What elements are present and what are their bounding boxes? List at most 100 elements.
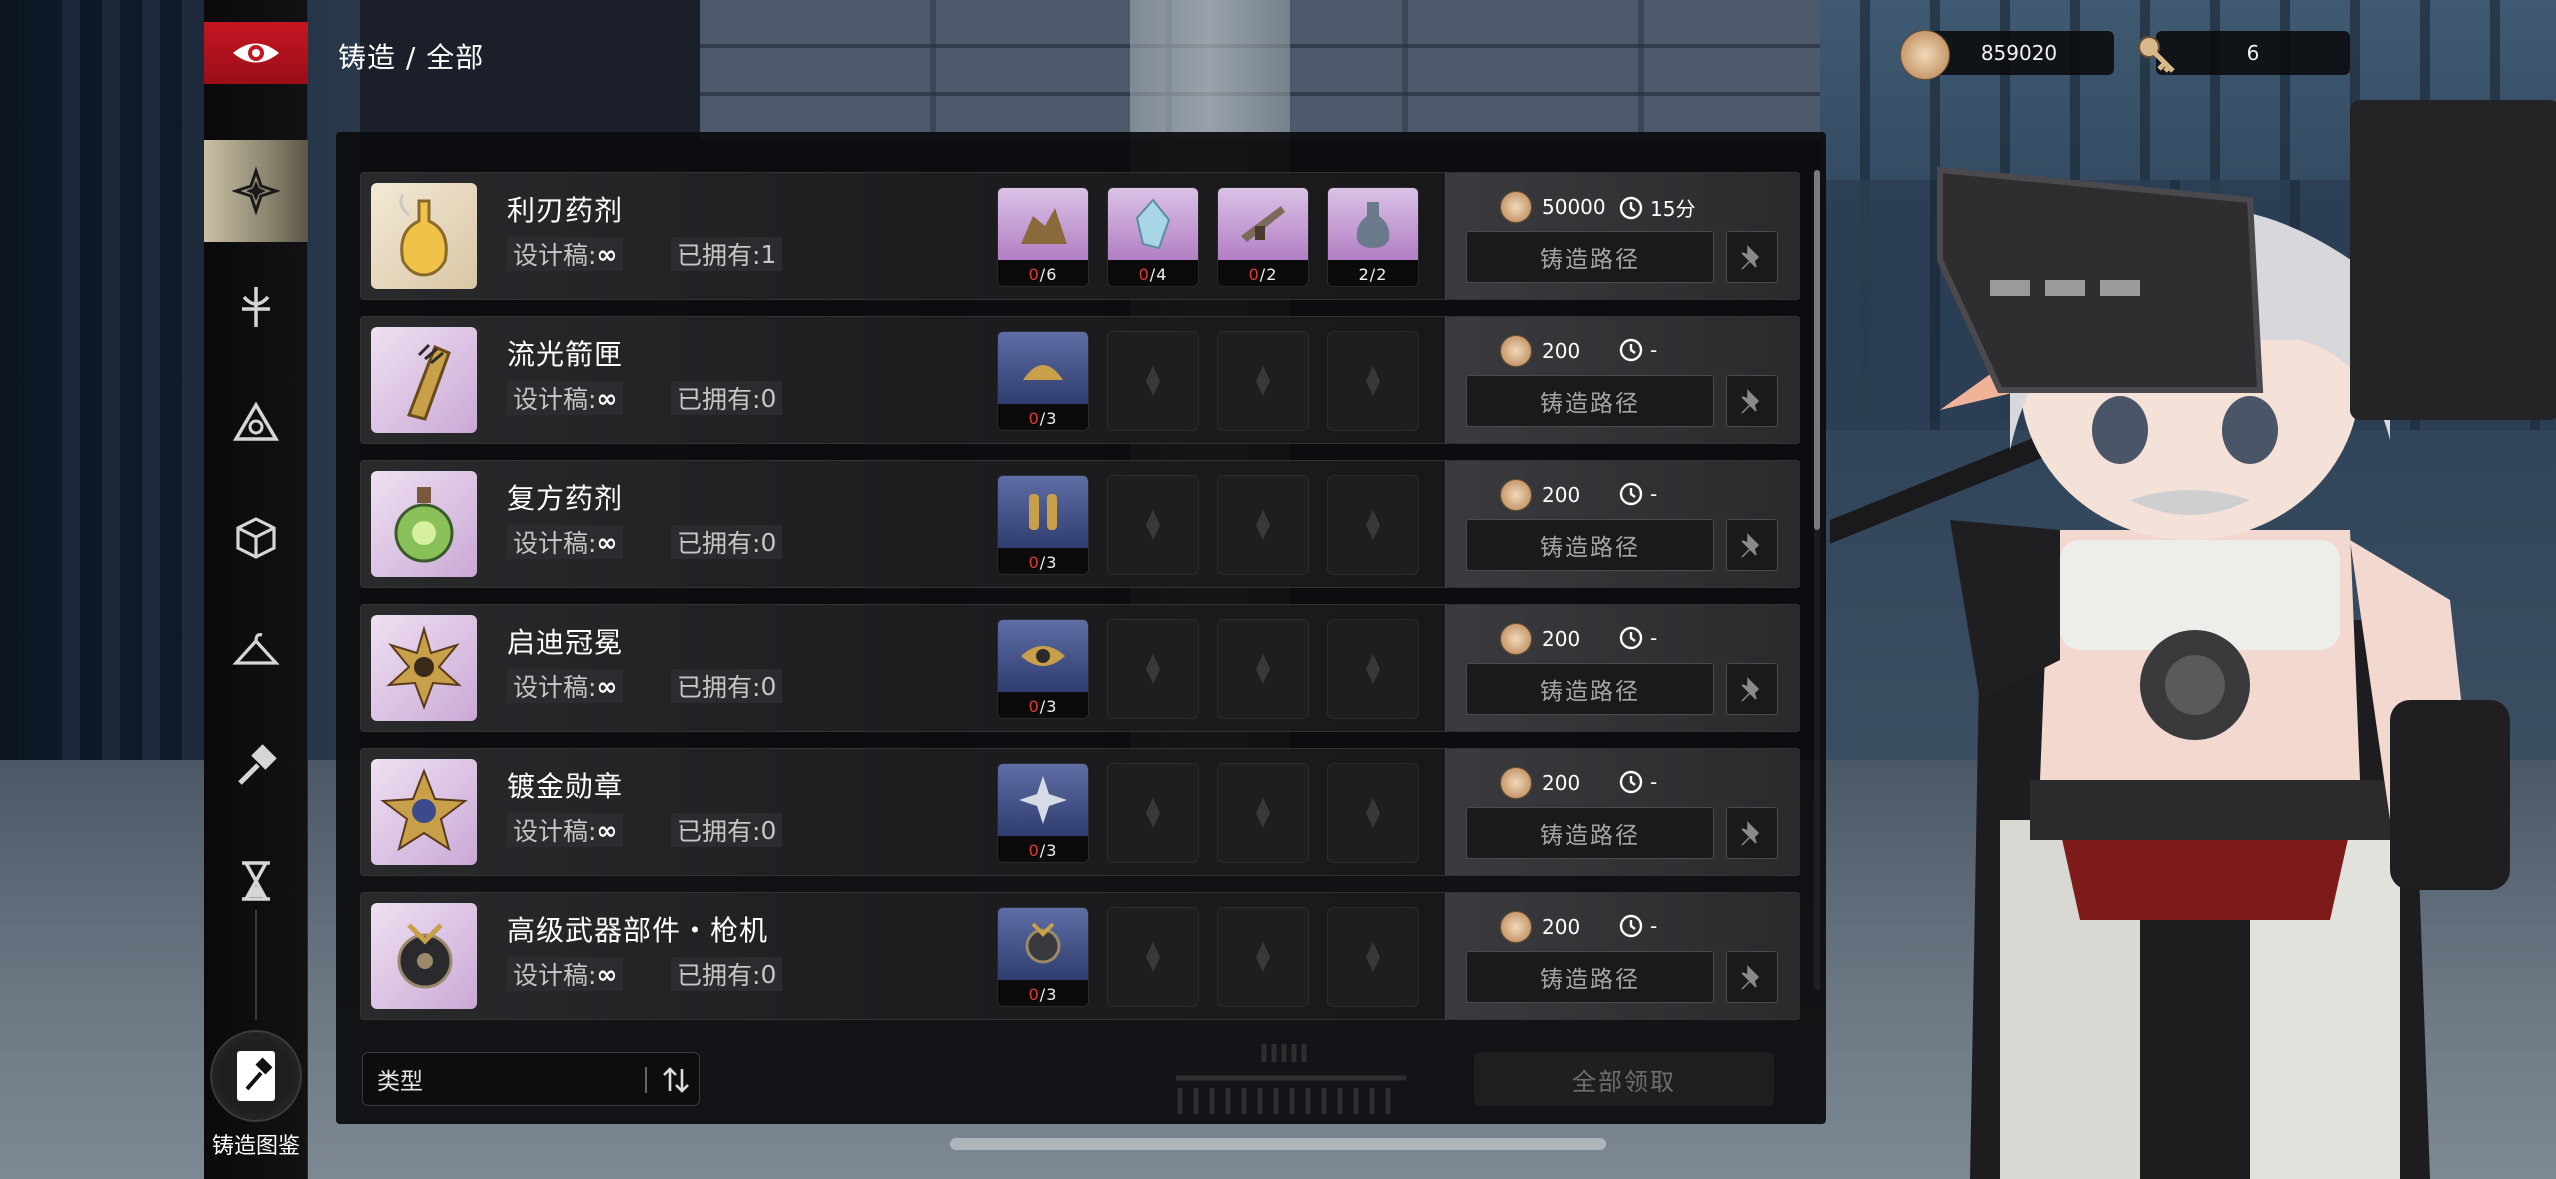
nav-tab-apparel[interactable] <box>204 600 308 702</box>
empty-material-slot <box>1107 331 1199 431</box>
material-slot[interactable]: 0/3 <box>997 907 1089 1007</box>
nav-tab-weapons[interactable] <box>204 256 308 358</box>
pin-button[interactable] <box>1726 519 1778 571</box>
forge-action-block: 200 - 铸造路径 <box>1445 893 1800 1019</box>
blueprint-value: ∞ <box>596 815 618 845</box>
owned-value: 1 <box>760 239 777 269</box>
diamond-placeholder-icon <box>1146 510 1160 540</box>
empty-material-slot <box>1327 907 1419 1007</box>
recipe-row[interactable]: 高级武器部件・枪机 设计稿: ∞ 已拥有: 0 0/3 200 - 铸造路径 <box>360 892 1800 1020</box>
diamond-placeholder-icon <box>1366 510 1380 540</box>
owned-tag: 已拥有: 0 <box>671 813 783 847</box>
vials-icon <box>1029 494 1057 530</box>
material-slot[interactable]: 0/3 <box>997 619 1089 719</box>
material-slot[interactable]: 0/3 <box>997 331 1089 431</box>
item-name: 复方药剂 <box>507 482 624 515</box>
blueprint-value: ∞ <box>596 959 618 989</box>
forge-path-button[interactable]: 铸造路径 <box>1466 951 1714 1003</box>
recipe-row[interactable]: 利刃药剂 设计稿: ∞ 已拥有: 1 0/6 0/4 0/2 2/2 50000… <box>360 172 1800 300</box>
recipe-row[interactable]: 流光箭匣 设计稿: ∞ 已拥有: 0 0/3 200 - 铸造路径 <box>360 316 1800 444</box>
item-thumbnail <box>371 615 477 721</box>
owned-tag: 已拥有: 0 <box>671 525 783 559</box>
rail-divider <box>255 910 257 1020</box>
owned-tag: 已拥有: 0 <box>671 669 783 703</box>
claim-all-button[interactable]: 全部领取 <box>1474 1052 1774 1106</box>
material-slot[interactable]: 0/3 <box>997 763 1089 863</box>
coin-icon <box>1500 479 1532 511</box>
blacksmith-character <box>1792 60 2556 1179</box>
item-thumbnail <box>371 327 477 433</box>
forge-path-button[interactable]: 铸造路径 <box>1466 519 1714 571</box>
forge-cost: 200 <box>1500 479 1580 511</box>
clock-icon <box>1619 626 1643 650</box>
sort-toggle-icon[interactable] <box>659 1063 693 1097</box>
nav-tab-accessories[interactable] <box>204 372 308 474</box>
forging-atlas-button[interactable]: 铸造图鉴 <box>204 1030 308 1160</box>
diamond-placeholder-icon <box>1146 654 1160 684</box>
currency-coins[interactable]: 859020 <box>1900 28 2114 80</box>
empty-material-slot <box>1217 619 1309 719</box>
diamond-placeholder-icon <box>1366 654 1380 684</box>
empty-material-slot <box>1217 907 1309 1007</box>
pin-button[interactable] <box>1726 807 1778 859</box>
blueprint-label: 设计稿: <box>513 385 597 414</box>
nav-tab-all[interactable] <box>204 140 308 242</box>
material-slot[interactable]: 0/6 <box>997 187 1089 287</box>
pin-button[interactable] <box>1726 951 1778 1003</box>
nav-tab-tools[interactable] <box>204 716 308 818</box>
blueprint-tag: 设计稿: ∞ <box>507 381 624 415</box>
blueprint-label: 设计稿: <box>513 673 597 702</box>
item-thumbnail <box>371 903 477 1009</box>
forge-time: - <box>1618 769 1657 795</box>
forge-cost: 200 <box>1500 335 1580 367</box>
forge-path-button[interactable]: 铸造路径 <box>1466 663 1714 715</box>
material-slot[interactable]: 0/3 <box>997 475 1089 575</box>
home-logo-button[interactable] <box>204 22 308 84</box>
pin-button[interactable] <box>1726 231 1778 283</box>
weapon-icon <box>242 287 270 327</box>
material-slot[interactable]: 2/2 <box>1327 187 1419 287</box>
gem-eye-icon <box>1021 646 1065 666</box>
category-nav-rail: 铸造图鉴 <box>204 0 308 1179</box>
material-count: 0/3 <box>998 836 1088 862</box>
forge-path-button[interactable]: 铸造路径 <box>1466 375 1714 427</box>
recipe-row[interactable]: 启迪冠冕 设计稿: ∞ 已拥有: 0 0/3 200 - 铸造路径 <box>360 604 1800 732</box>
forge-path-button[interactable]: 铸造路径 <box>1466 231 1714 283</box>
material-slot[interactable]: 0/4 <box>1107 187 1199 287</box>
owned-value: 0 <box>760 815 777 845</box>
recipe-list[interactable]: 利刃药剂 设计稿: ∞ 已拥有: 1 0/6 0/4 0/2 2/2 50000… <box>360 172 1800 1022</box>
pin-icon <box>1741 821 1760 846</box>
owned-value: 0 <box>760 527 777 557</box>
clock-icon <box>1619 338 1643 362</box>
pin-icon <box>1741 245 1760 270</box>
material-image <box>1108 188 1198 260</box>
coin-icon <box>1500 623 1532 655</box>
empty-material-slot <box>1107 907 1199 1007</box>
blueprint-value: ∞ <box>596 527 618 557</box>
empty-material-slot <box>1217 331 1309 431</box>
blueprint-tag: 设计稿: ∞ <box>507 669 624 703</box>
item-name: 高级武器部件・枪机 <box>507 914 769 947</box>
material-count: 0/6 <box>998 260 1088 286</box>
recipe-row[interactable]: 镀金勋章 设计稿: ∞ 已拥有: 0 0/3 200 - 铸造路径 <box>360 748 1800 876</box>
nav-tab-materials[interactable] <box>204 486 308 588</box>
list-scrollbar[interactable] <box>1814 170 1820 990</box>
empty-material-slot <box>1327 331 1419 431</box>
currency-keys[interactable]: 6 <box>2136 28 2350 78</box>
forge-path-button[interactable]: 铸造路径 <box>1466 807 1714 859</box>
filter-label: 类型 <box>377 1069 423 1095</box>
material-image <box>998 908 1088 980</box>
pin-button[interactable] <box>1726 375 1778 427</box>
home-indicator[interactable] <box>950 1138 1606 1150</box>
type-filter-dropdown[interactable]: 类型 <box>362 1052 700 1106</box>
eye-emblem-icon <box>233 43 279 63</box>
diamond-placeholder-icon <box>1256 366 1270 396</box>
owned-label: 已拥有: <box>677 529 761 558</box>
material-slot[interactable]: 0/2 <box>1217 187 1309 287</box>
forge-time: - <box>1618 337 1657 363</box>
recipe-row[interactable]: 复方药剂 设计稿: ∞ 已拥有: 0 0/3 200 - 铸造路径 <box>360 460 1800 588</box>
scrollbar-thumb[interactable] <box>1814 170 1820 530</box>
atlas-label: 铸造图鉴 <box>211 1134 300 1159</box>
clock-icon <box>1619 196 1643 219</box>
pin-button[interactable] <box>1726 663 1778 715</box>
